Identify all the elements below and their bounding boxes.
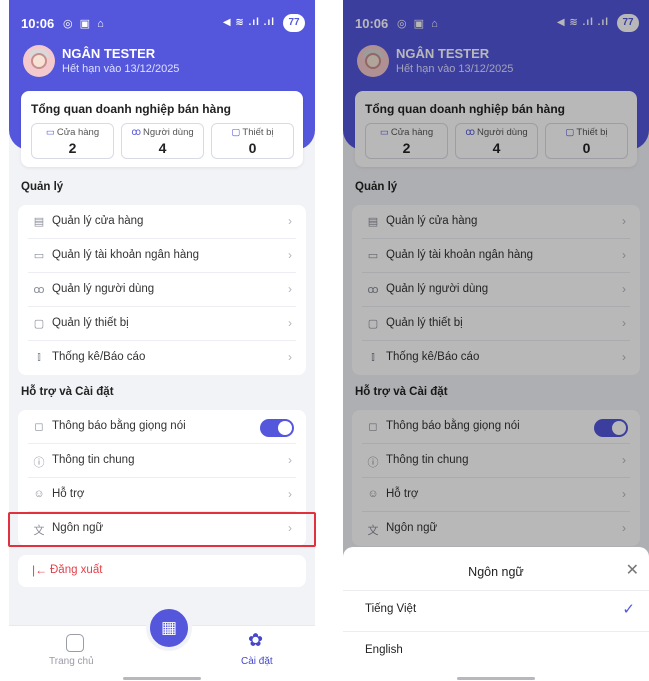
chevron-right-icon: ›	[288, 350, 292, 364]
chevron-right-icon: ›	[288, 487, 292, 501]
user-name: NGÂN TESTER	[62, 46, 156, 61]
menu-item-label: Quản lý thiết bị	[52, 317, 129, 329]
settings-screen-language-sheet: 10:06 ◎ ▣ ⌂ ◀ ≋ .ıl .ıl 77 NGÂN TESTER H…	[343, 0, 649, 681]
menu-item-users[interactable]: ꝏ Quản lý người dùng ›	[28, 273, 296, 307]
stat-label: Người dùng	[143, 127, 194, 138]
stat-stores[interactable]: ▭ Cửa hàng 2	[31, 123, 114, 159]
management-menu: ▤ Quản lý cửa hàng › ▭ Quản lý tài khoản ng…	[18, 205, 306, 375]
battery-icon: 77	[283, 14, 305, 32]
business-overview-card: Tổng quan doanh nghiệp bán hàng ▭ Cửa hàn…	[21, 91, 303, 167]
support-section-title: Hỗ trợ và Cài đặt	[21, 386, 114, 398]
signal-icon: ◀ ≋ .ıl .ıl	[222, 17, 275, 28]
voice-notification-toggle[interactable]	[260, 419, 294, 437]
users-icon: ꝏ	[131, 127, 142, 138]
bank-card-icon: ▭	[33, 250, 45, 262]
menu-item-general-info[interactable]: ⓘ Thông tin chung ›	[28, 444, 296, 478]
device-icon: ▢	[231, 127, 241, 138]
menu-item-label: Thông báo bằng giọng nói	[52, 420, 186, 432]
stat-value: 2	[68, 140, 77, 156]
status-bar: 10:06 ◎ ▣ ⌂ ◀ ≋ .ıl .ıl 77	[21, 14, 305, 34]
qr-code-icon[interactable]: ▦	[146, 605, 192, 651]
subscription-expiry: Hết hạn vào 13/12/2025	[62, 63, 180, 75]
menu-item-reports[interactable]: ⫾ Thống kê/Báo cáo ›	[28, 341, 296, 375]
users-icon: ꝏ	[33, 284, 45, 296]
nav-settings-label[interactable]: Cài đặt	[241, 656, 273, 667]
settings-screen: 10:06 ◎ ▣ ⌂ ◀ ≋ .ıl .ıl 77 NGÂN TESTER H…	[9, 0, 315, 681]
stat-value: 4	[158, 140, 167, 156]
overview-title: Tổng quan doanh nghiệp bán hàng	[31, 102, 231, 116]
gear-icon[interactable]: ✿	[248, 630, 263, 651]
store-icon: ▭	[45, 127, 55, 138]
bell-icon: ◻	[34, 421, 44, 433]
stat-value: 0	[248, 140, 257, 156]
stat-label: Cửa hàng	[56, 127, 100, 138]
logout-button[interactable]: |← Đăng xuất	[18, 555, 306, 587]
menu-item-voice-notification[interactable]: ◻ Thông báo bằng giọng nói	[28, 410, 296, 444]
language-bottom-sheet: Ngôn ngữ ✕ Tiếng Việt ✓ English	[343, 547, 649, 681]
status-time: 10:06	[21, 16, 55, 31]
stat-devices[interactable]: ▢ Thiết bị 0	[211, 123, 294, 159]
gesture-bar	[457, 677, 535, 680]
stat-label: Thiết bị	[242, 127, 274, 138]
menu-item-support[interactable]: ☺ Hỗ trợ ›	[28, 478, 296, 512]
menu-item-label: Quản lý người dùng	[52, 283, 155, 295]
checkmark-icon: ✓	[622, 601, 635, 618]
language-option-vietnamese[interactable]: Tiếng Việt ✓	[343, 591, 649, 631]
menu-item-devices[interactable]: ▢ Quản lý thiết bị ›	[28, 307, 296, 341]
info-icon: ⓘ	[33, 457, 45, 469]
menu-item-bank-accounts[interactable]: ▭ Quản lý tài khoản ngân hàng ›	[28, 239, 296, 273]
chevron-right-icon: ›	[288, 316, 292, 330]
logout-icon: |←	[32, 563, 48, 577]
gesture-bar	[123, 677, 201, 680]
support-icon: ☺	[33, 488, 45, 500]
chevron-right-icon: ›	[288, 282, 292, 296]
chart-icon: ⫾	[37, 351, 41, 363]
sheet-title: Ngôn ngữ	[468, 565, 524, 579]
store-icon: ▤	[33, 216, 45, 228]
menu-item-label: Hỗ trợ	[52, 488, 85, 500]
language-option-label: English	[365, 644, 403, 656]
status-left-icons: ◎ ▣ ⌂	[63, 18, 106, 30]
chevron-right-icon: ›	[288, 214, 292, 228]
nav-home-label[interactable]: Trang chủ	[49, 656, 94, 667]
menu-item-stores[interactable]: ▤ Quản lý cửa hàng ›	[28, 205, 296, 239]
chevron-right-icon: ›	[288, 453, 292, 467]
menu-item-label: Quản lý cửa hàng	[52, 215, 144, 227]
chevron-right-icon: ›	[288, 248, 292, 262]
language-option-label: Tiếng Việt	[365, 603, 417, 615]
language-option-english[interactable]: English	[343, 632, 649, 672]
menu-item-label: Thống kê/Báo cáo	[52, 351, 146, 363]
stat-users[interactable]: ꝏ Người dùng 4	[121, 123, 204, 159]
language-highlight-box	[8, 512, 316, 547]
avatar[interactable]	[23, 45, 55, 77]
logout-label: Đăng xuất	[50, 564, 103, 576]
device-icon: ▢	[33, 318, 45, 330]
menu-item-label: Quản lý tài khoản ngân hàng	[52, 249, 200, 261]
close-icon[interactable]: ✕	[626, 560, 639, 580]
home-icon[interactable]	[66, 634, 84, 652]
menu-item-label: Thông tin chung	[52, 454, 135, 466]
management-section-title: Quản lý	[21, 181, 64, 193]
